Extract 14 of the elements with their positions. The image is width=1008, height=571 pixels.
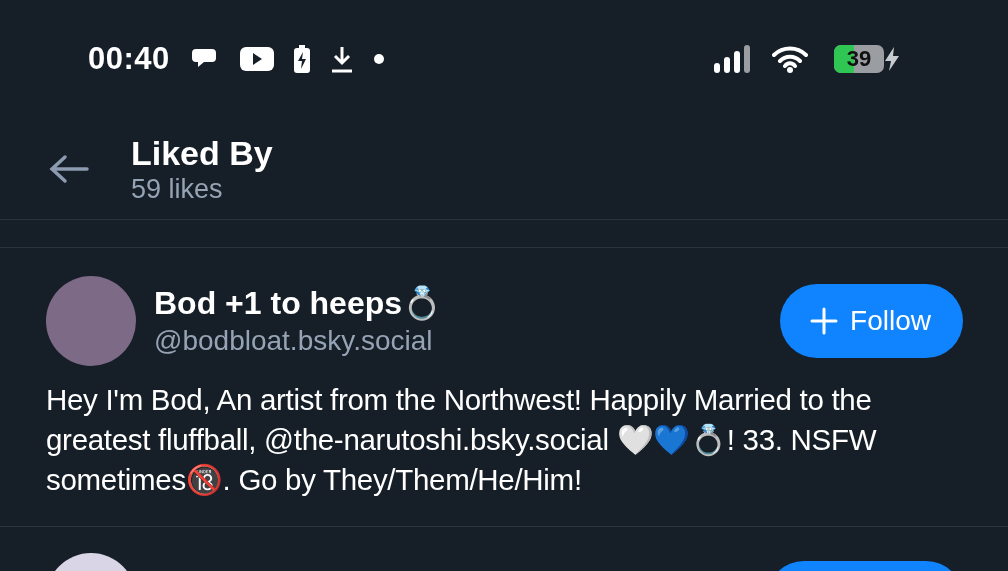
page-title: Liked By [131, 132, 273, 173]
status-time: 00:40 [88, 41, 170, 77]
play-icon [239, 47, 274, 71]
wifi-icon [772, 45, 808, 73]
follow-button[interactable]: Follow [780, 284, 963, 358]
download-icon [329, 45, 354, 73]
signal-icon [714, 45, 752, 73]
display-name: Bod +1 to heeps💍 [154, 284, 443, 323]
battery-charging-icon [293, 45, 310, 73]
plus-icon [810, 307, 839, 335]
likes-count: 59 likes [131, 172, 224, 205]
dot-icon [373, 54, 384, 64]
user-handle: @bodbloat.bsky.social [154, 324, 434, 358]
user-bio: Hey I'm Bod, An artist from the Northwest! Happily Married to the greatest fluffball, @the-narutoshi.bsky.social 🤍💙💍! 33. NSFW sometimes🔞. Go by They/Them/He/Him! [46, 382, 878, 498]
